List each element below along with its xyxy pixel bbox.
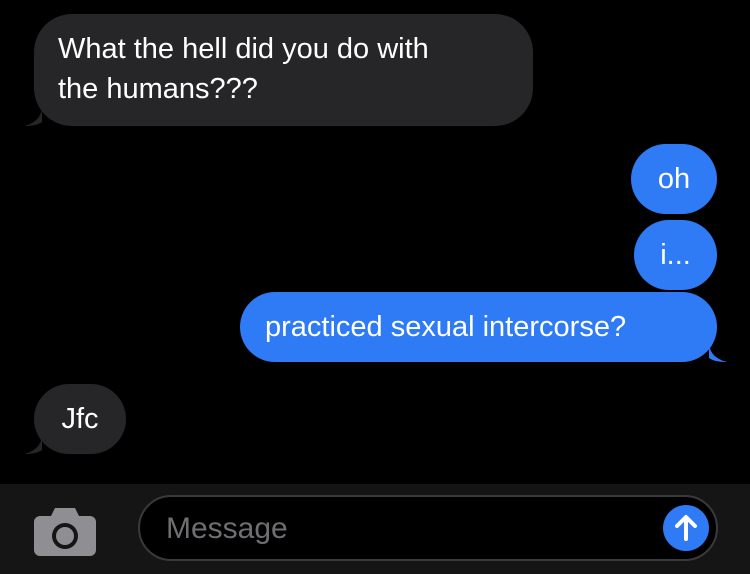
outgoing-message-bubble[interactable]: practiced sexual intercorse?: [240, 292, 727, 362]
incoming-message-bubble[interactable]: What the hell did you do with the humans…: [24, 14, 533, 126]
message-text: i...: [660, 239, 691, 271]
bubble-tail-icon: [709, 342, 727, 362]
camera-icon[interactable]: [34, 508, 96, 556]
message-field: [138, 495, 718, 561]
message-text-line: What the hell did you do with: [58, 33, 429, 65]
message-text: practiced sexual intercorse?: [265, 311, 627, 343]
message-text: oh: [657, 163, 691, 195]
bubble-tail-icon: [24, 434, 42, 454]
message-text-line: the humans???: [58, 73, 258, 105]
message-text: Jfc: [61, 403, 99, 435]
outgoing-message-bubble[interactable]: i...: [634, 220, 717, 290]
message-input[interactable]: [166, 509, 636, 549]
message-thread: What the hell did you do with the humans…: [0, 0, 750, 484]
outgoing-message-bubble[interactable]: oh: [631, 144, 717, 214]
send-arrow-up-icon: [675, 515, 697, 541]
send-button[interactable]: [663, 505, 709, 551]
message-input-bar: [0, 484, 750, 574]
incoming-message-bubble[interactable]: Jfc: [24, 384, 126, 454]
bubble-tail-icon: [24, 106, 42, 126]
